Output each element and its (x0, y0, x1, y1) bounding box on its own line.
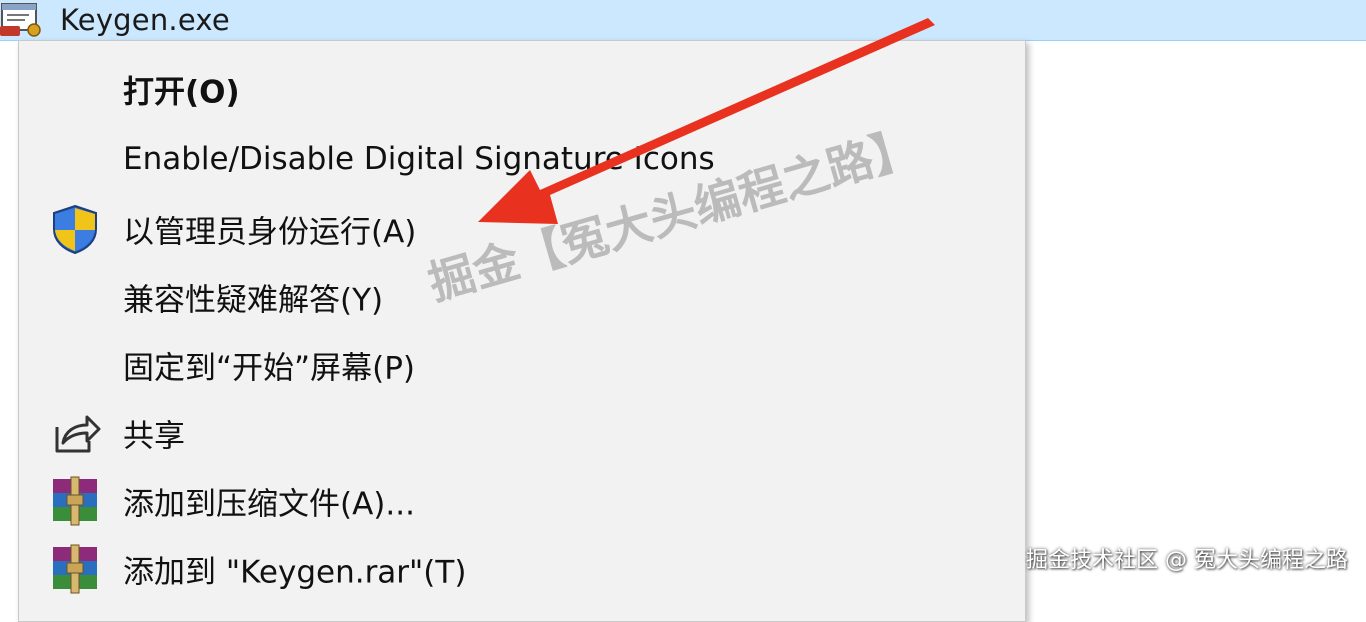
menu-item-label: 固定到“开始”屏幕(P) (123, 350, 416, 387)
menu-item-label: 以管理员身份运行(A) (123, 214, 417, 251)
menu-item-add-to-keygen-rar[interactable]: 添加到 "Keygen.rar"(T) (19, 535, 1025, 603)
menu-item-label: 添加到 "Keygen.rar"(T) (123, 554, 467, 591)
menu-item-pin-to-start[interactable]: 固定到“开始”屏幕(P) (19, 331, 1025, 399)
share-icon (55, 415, 101, 453)
application-exe-icon (0, 3, 41, 37)
selected-file-row[interactable]: Keygen.exe (0, 0, 1366, 41)
winrar-icon (53, 476, 97, 526)
menu-item-label: 打开(O) (123, 74, 240, 111)
winrar-icon (53, 544, 97, 594)
menu-item-share[interactable]: 共享 (19, 399, 1025, 467)
menu-item-label: 共享 (123, 418, 185, 455)
menu-item-label: 兼容性疑难解答(Y) (123, 282, 384, 319)
menu-item-label: 添加到压缩文件(A)... (123, 486, 415, 523)
file-name: Keygen.exe (60, 3, 230, 37)
menu-item-label: Enable/Disable Digital Signature Icons (123, 141, 715, 177)
uac-shield-icon (53, 204, 97, 255)
menu-item-open[interactable]: 打开(O) (19, 55, 1025, 123)
menu-item-add-to-archive[interactable]: 添加到压缩文件(A)... (19, 467, 1025, 535)
watermark-corner: 掘金技术社区 @ 冤大头编程之路 (1026, 548, 1348, 573)
